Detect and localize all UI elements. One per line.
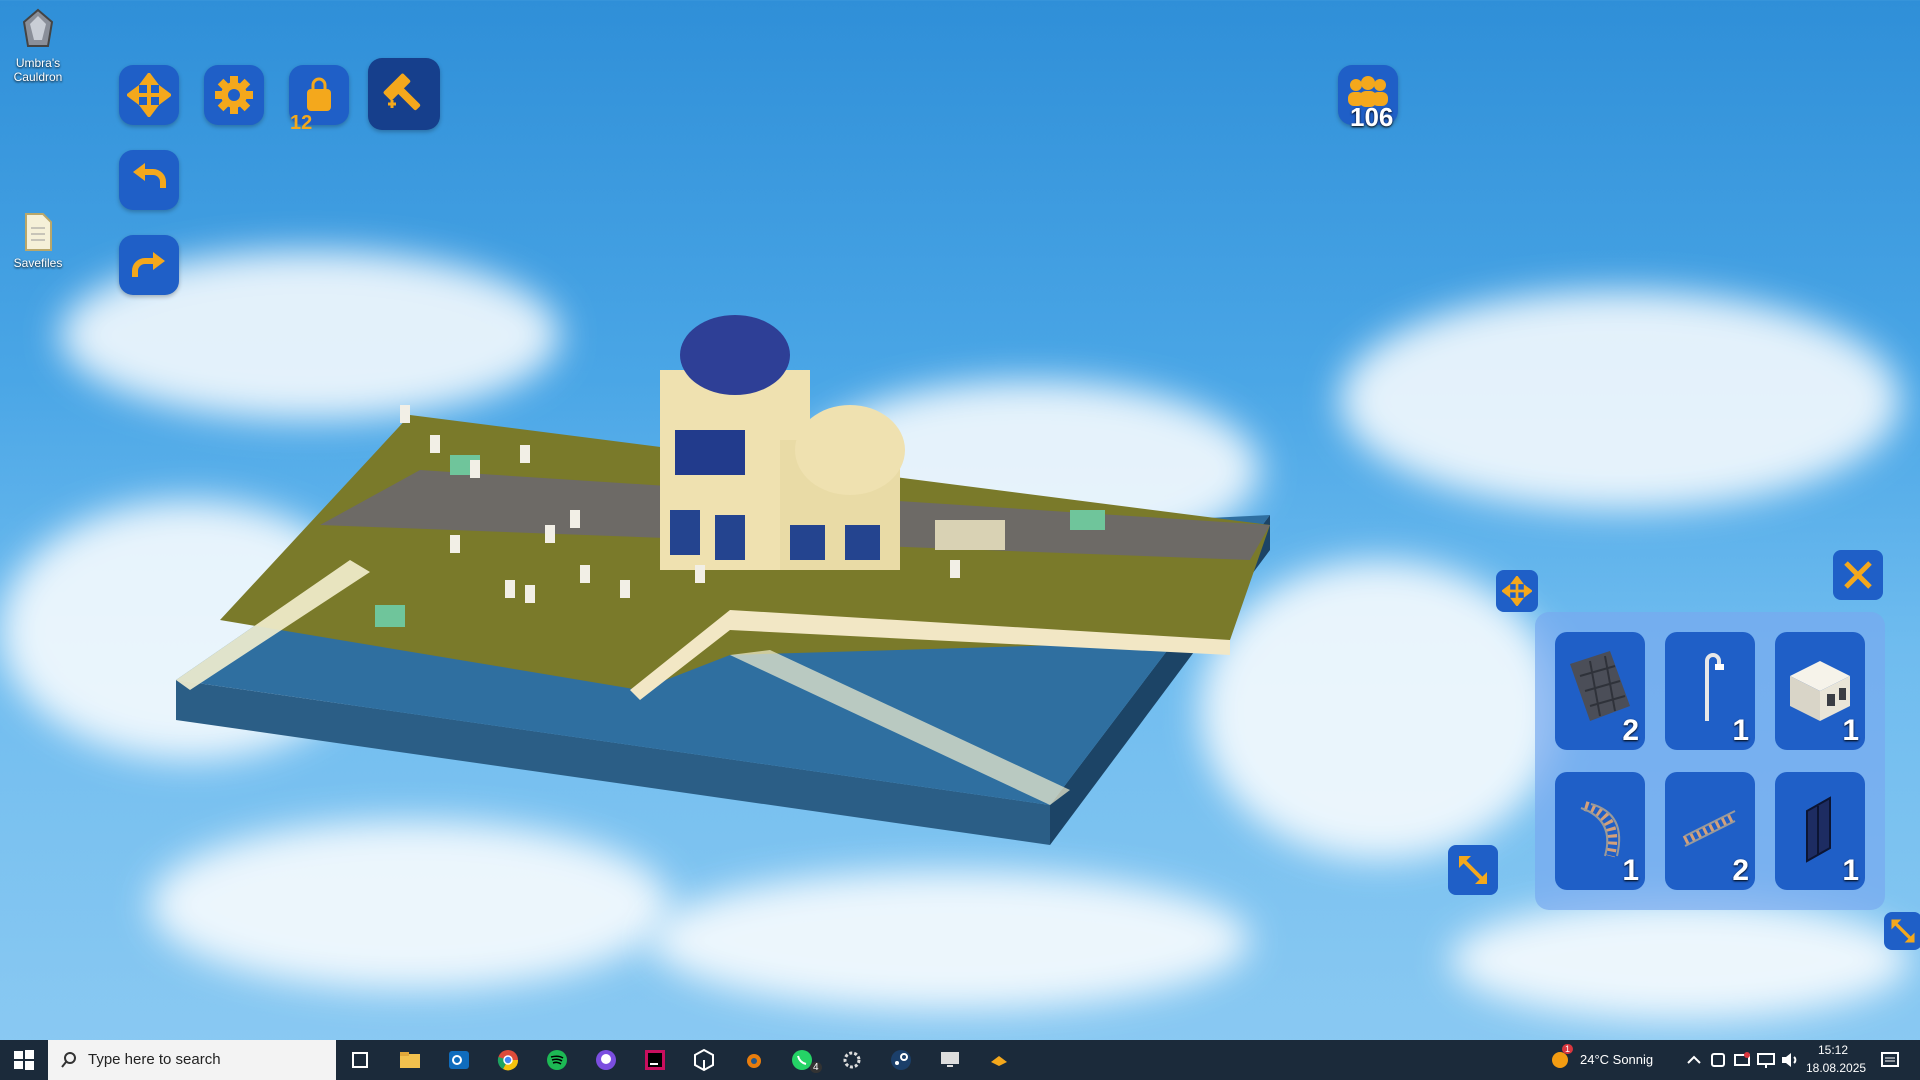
outlook-icon[interactable] <box>447 1048 471 1072</box>
rider-icon[interactable] <box>643 1048 667 1072</box>
panel-resize-handle[interactable] <box>1884 912 1920 950</box>
weather-badge: 1 <box>1562 1044 1574 1054</box>
close-panel-button[interactable] <box>1833 550 1883 600</box>
shopping-bag-icon <box>307 77 331 111</box>
whatsapp-badge: 4 <box>810 1062 822 1073</box>
move-arrows-icon <box>127 73 171 117</box>
inventory-slot-window-panel[interactable]: 1 <box>1775 772 1865 890</box>
move-arrows-icon <box>1502 576 1532 606</box>
search-icon <box>61 1052 76 1068</box>
github-icon[interactable] <box>594 1048 618 1072</box>
taskbar: Type here to search 4 1 24°C Sonnig 15:1… <box>0 1040 1920 1080</box>
notifications-icon[interactable] <box>1878 1048 1902 1072</box>
inventory-slot-straight-rail[interactable]: 2 <box>1665 772 1755 890</box>
desktop-icon-savefiles[interactable]: Savefiles <box>2 212 74 270</box>
diagonal-resize-icon <box>1891 919 1915 943</box>
inventory-slot-street-lamp[interactable]: 1 <box>1665 632 1755 750</box>
cauldron-gem-icon <box>22 8 54 47</box>
security-icon[interactable] <box>1730 1048 1754 1072</box>
hammer-icon <box>383 73 421 111</box>
slot-count: 1 <box>1842 714 1859 747</box>
build-hammer-button[interactable] <box>368 58 440 130</box>
windows-start-icon[interactable] <box>12 1048 36 1072</box>
volume-icon[interactable] <box>1778 1048 1802 1072</box>
search-placeholder: Type here to search <box>88 1051 221 1068</box>
gear-icon <box>215 76 253 114</box>
slot-count: 1 <box>1842 854 1859 887</box>
redo-button[interactable] <box>119 235 179 295</box>
slot-count: 1 <box>1622 854 1639 887</box>
inventory-panel: 2 1 1 1 2 1 <box>1535 612 1885 910</box>
inventory-slot-stone-tile[interactable]: 2 <box>1555 632 1645 750</box>
population-count: 106 <box>1350 102 1394 132</box>
island-scene <box>176 315 1270 845</box>
chrome-icon[interactable] <box>496 1048 520 1072</box>
spotify-icon[interactable] <box>545 1048 569 1072</box>
taskbar-search-box[interactable]: Type here to search <box>48 1040 336 1080</box>
network-icon[interactable] <box>1754 1048 1778 1072</box>
weather-text[interactable]: 24°C Sonnig <box>1580 1052 1653 1067</box>
panel-move-button[interactable] <box>1496 570 1538 612</box>
file-icon <box>25 213 52 251</box>
undo-button[interactable] <box>119 150 179 210</box>
settings-button[interactable] <box>204 65 264 125</box>
close-icon <box>1844 561 1872 589</box>
inventory-slot-house-block[interactable]: 1 <box>1775 632 1865 750</box>
task-view-icon[interactable] <box>348 1048 372 1072</box>
clock-date[interactable]: 18.08.2025 <box>1806 1061 1866 1075</box>
tray-app-icon[interactable] <box>1706 1048 1730 1072</box>
blender-icon[interactable] <box>741 1048 765 1072</box>
desktop-icon-label: Savefiles <box>13 256 63 270</box>
gear-box-icon[interactable] <box>840 1048 864 1072</box>
inventory-slot-curved-rail[interactable]: 1 <box>1555 772 1645 890</box>
monitor-icon[interactable] <box>938 1048 962 1072</box>
move-button[interactable] <box>119 65 179 125</box>
redo-arrow-icon <box>132 252 165 277</box>
unity-icon[interactable] <box>692 1048 716 1072</box>
resize-button[interactable] <box>1448 845 1498 895</box>
diagonal-resize-icon <box>1459 856 1487 884</box>
desktop-icon-label: Cauldron <box>13 70 63 84</box>
file-explorer-icon[interactable] <box>398 1048 422 1072</box>
undo-arrow-icon <box>133 163 166 188</box>
bag-count: 12 <box>290 112 313 134</box>
clock-time[interactable]: 15:12 <box>1818 1043 1848 1057</box>
slot-count: 2 <box>1622 714 1639 747</box>
game-app-icon[interactable] <box>987 1048 1011 1072</box>
desktop-icon-label: Umbra's <box>15 56 61 70</box>
slot-count: 2 <box>1732 854 1749 887</box>
desktop-icon-umbras-cauldron[interactable]: Umbra's Cauldron <box>2 8 74 84</box>
slot-count: 1 <box>1732 714 1749 747</box>
steam-icon[interactable] <box>889 1048 913 1072</box>
chevron-up-icon[interactable] <box>1682 1048 1706 1072</box>
